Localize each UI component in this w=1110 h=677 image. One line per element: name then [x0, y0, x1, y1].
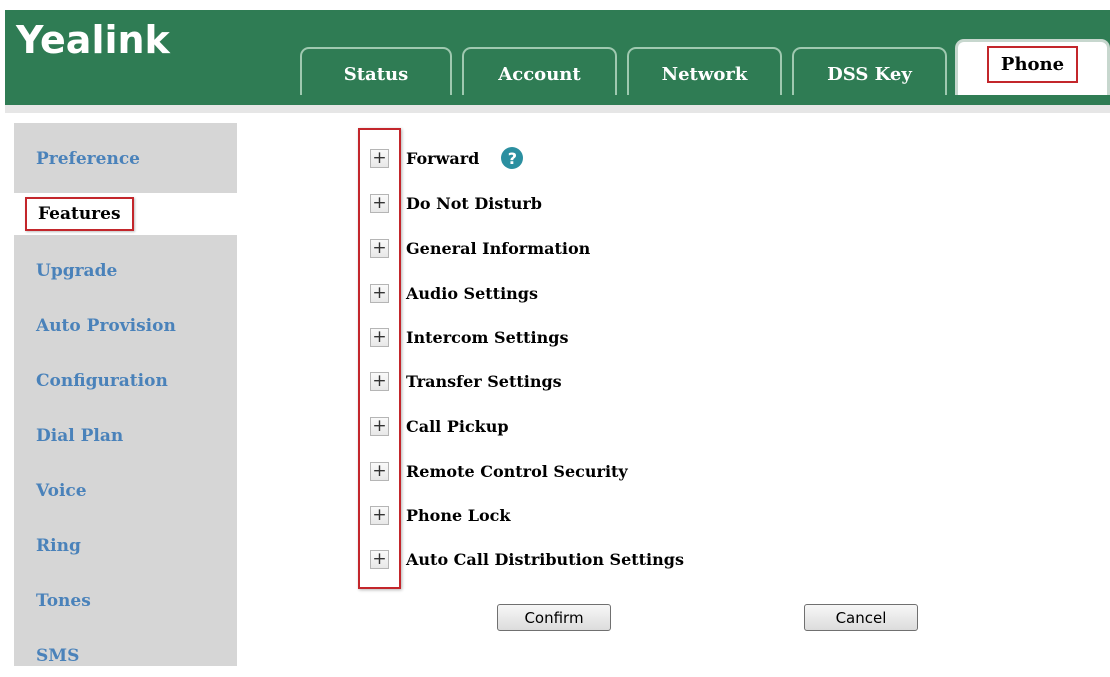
confirm-button[interactable]: Confirm — [497, 604, 611, 631]
tab-label: Network — [661, 63, 748, 85]
tab-label: Status — [343, 63, 409, 85]
tab-label: DSS Key — [827, 63, 912, 85]
tab-label: Phone — [986, 46, 1079, 83]
expand-plus-icon[interactable]: + — [370, 371, 389, 391]
sidebar-item-ring[interactable]: Ring — [14, 525, 237, 567]
sidebar-item-label: Auto Provision — [36, 316, 176, 336]
feature-row-phone-lock: + Phone Lock — [370, 503, 510, 527]
sidebar-item-features[interactable]: Features — [14, 193, 250, 235]
feature-label[interactable]: Audio Settings — [406, 284, 538, 303]
expand-plus-icon[interactable]: + — [370, 283, 389, 303]
sidebar-item-label: Voice — [36, 481, 87, 501]
expand-plus-icon[interactable]: + — [370, 416, 389, 436]
feature-row-general-information: + General Information — [370, 236, 590, 260]
expand-plus-icon[interactable]: + — [370, 549, 389, 569]
feature-label[interactable]: Call Pickup — [406, 417, 509, 436]
expand-plus-icon[interactable]: + — [370, 327, 389, 347]
sidebar-item-auto-provision[interactable]: Auto Provision — [14, 305, 237, 347]
sidebar-item-configuration[interactable]: Configuration — [14, 360, 237, 402]
feature-label[interactable]: Phone Lock — [406, 506, 510, 525]
sidebar-item-sms[interactable]: SMS — [14, 635, 237, 677]
feature-row-transfer-settings: + Transfer Settings — [370, 369, 562, 393]
tab-network[interactable]: Network — [627, 47, 782, 95]
sidebar-item-dial-plan[interactable]: Dial Plan — [14, 415, 237, 457]
feature-label[interactable]: Auto Call Distribution Settings — [406, 550, 684, 569]
sidebar-item-label: SMS — [36, 646, 80, 666]
feature-label[interactable]: Do Not Disturb — [406, 194, 542, 213]
header-divider — [5, 105, 1110, 113]
yealink-logo: Yealink — [16, 18, 170, 62]
sidebar-item-label: Upgrade — [36, 261, 118, 281]
sidebar-item-label: Tones — [36, 591, 91, 611]
expand-plus-icon[interactable]: + — [370, 461, 389, 481]
sidebar-item-label: Configuration — [36, 371, 168, 391]
expand-plus-icon[interactable]: + — [370, 238, 389, 258]
sidebar-item-label: Ring — [36, 536, 81, 556]
sidebar-item-tones[interactable]: Tones — [14, 580, 237, 622]
feature-label[interactable]: Forward — [406, 149, 479, 168]
sidebar-item-upgrade[interactable]: Upgrade — [14, 250, 237, 292]
cancel-button[interactable]: Cancel — [804, 604, 918, 631]
help-question-icon[interactable]: ? — [501, 147, 524, 169]
feature-row-intercom-settings: + Intercom Settings — [370, 325, 568, 349]
feature-row-remote-control-security: + Remote Control Security — [370, 459, 628, 483]
feature-label[interactable]: Transfer Settings — [406, 372, 562, 391]
tab-label: Account — [498, 63, 581, 85]
feature-label[interactable]: Remote Control Security — [406, 462, 628, 481]
feature-row-call-pickup: + Call Pickup — [370, 414, 509, 438]
sidebar-item-preference[interactable]: Preference — [14, 138, 237, 180]
feature-row-do-not-disturb: + Do Not Disturb — [370, 191, 542, 215]
tab-dss-key[interactable]: DSS Key — [792, 47, 947, 95]
feature-row-auto-call-distribution-settings: + Auto Call Distribution Settings — [370, 547, 684, 571]
feature-label[interactable]: General Information — [406, 239, 590, 258]
expand-plus-icon[interactable]: + — [370, 148, 389, 168]
sidebar-item-label: Features — [25, 197, 134, 231]
sidebar-item-label: Preference — [36, 149, 140, 169]
feature-row-forward: + Forward ? — [370, 146, 524, 170]
feature-row-audio-settings: + Audio Settings — [370, 281, 538, 305]
expand-plus-icon[interactable]: + — [370, 193, 389, 213]
feature-label[interactable]: Intercom Settings — [406, 328, 568, 347]
tab-phone[interactable]: Phone — [955, 39, 1110, 95]
tab-status[interactable]: Status — [300, 47, 452, 95]
sidebar: Preference Features Upgrade Auto Provisi… — [14, 123, 250, 666]
tab-account[interactable]: Account — [462, 47, 617, 95]
sidebar-item-voice[interactable]: Voice — [14, 470, 237, 512]
sidebar-item-label: Dial Plan — [36, 426, 124, 446]
expand-plus-icon[interactable]: + — [370, 505, 389, 525]
